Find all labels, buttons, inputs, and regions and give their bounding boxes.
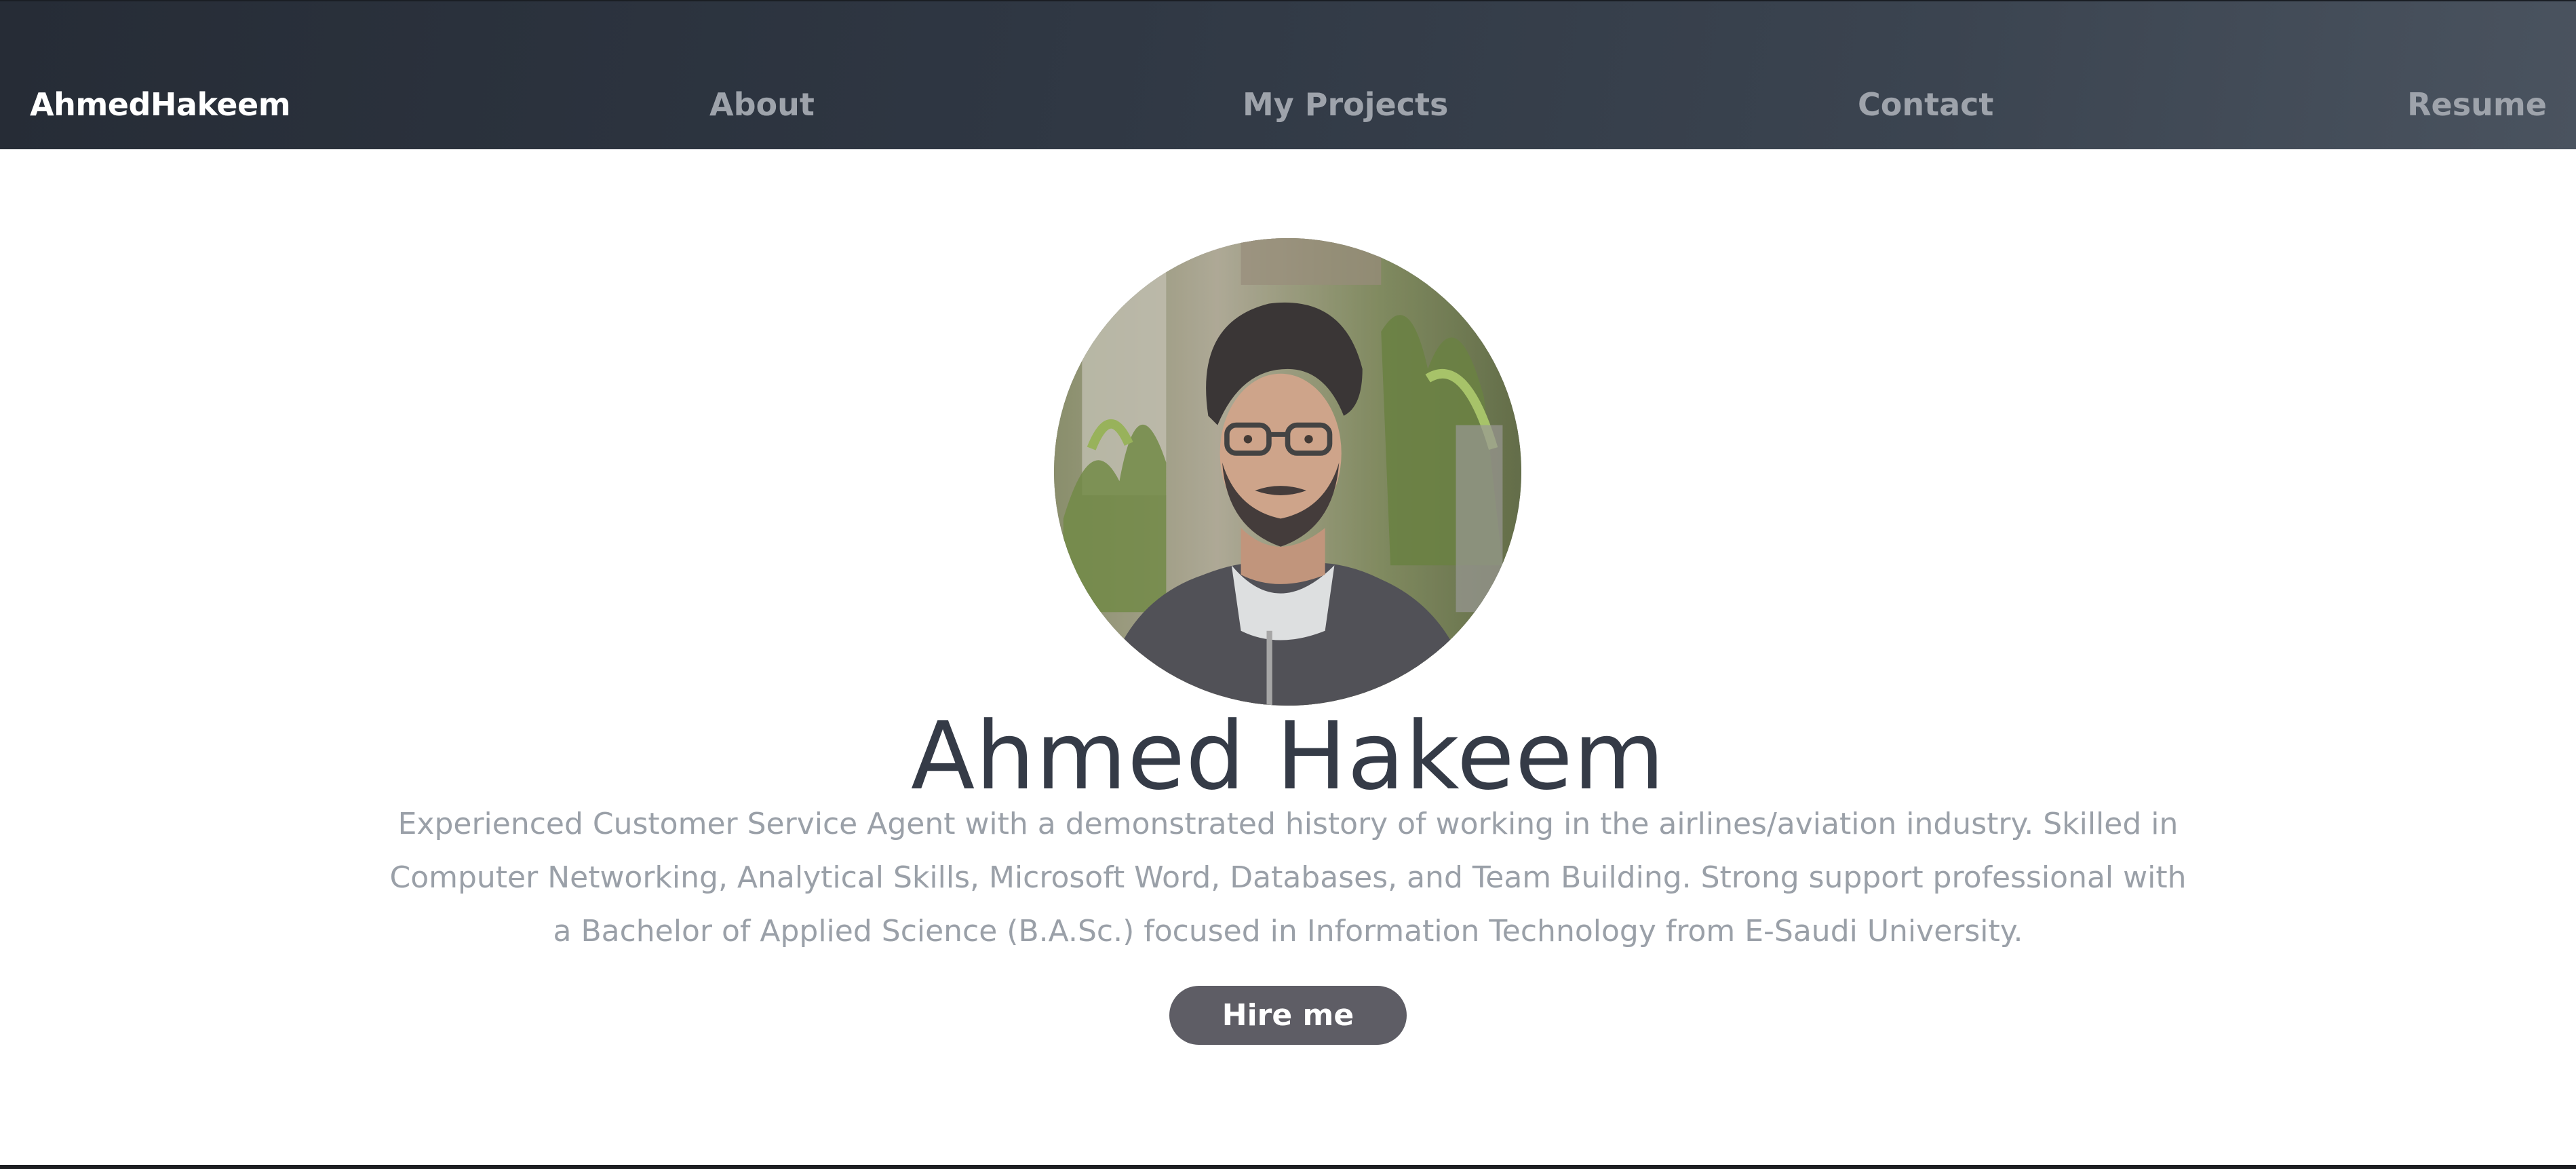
bottom-divider [0,1165,2576,1169]
top-navbar: AhmedHakeem About My Projects Contact Re… [0,0,2576,149]
hero-section: Ahmed Hakeem Experienced Customer Servic… [0,149,2576,1165]
portfolio-page: AhmedHakeem About My Projects Contact Re… [0,0,2576,1169]
hero-bio-text: Experienced Customer Service Agent with … [389,807,2187,948]
hero-name-heading: Ahmed Hakeem [910,702,1666,811]
nav-link-about[interactable]: About [709,84,815,125]
profile-photo-icon [1054,238,1521,706]
nav-link-resume[interactable]: Resume [2407,84,2547,125]
hire-me-button[interactable]: Hire me [1169,986,1407,1045]
nav-link-contact[interactable]: Contact [1858,84,1993,125]
brand-logo-link[interactable]: AhmedHakeem [30,84,291,125]
avatar [1054,238,1521,706]
nav-link-my-projects[interactable]: My Projects [1243,84,1448,125]
